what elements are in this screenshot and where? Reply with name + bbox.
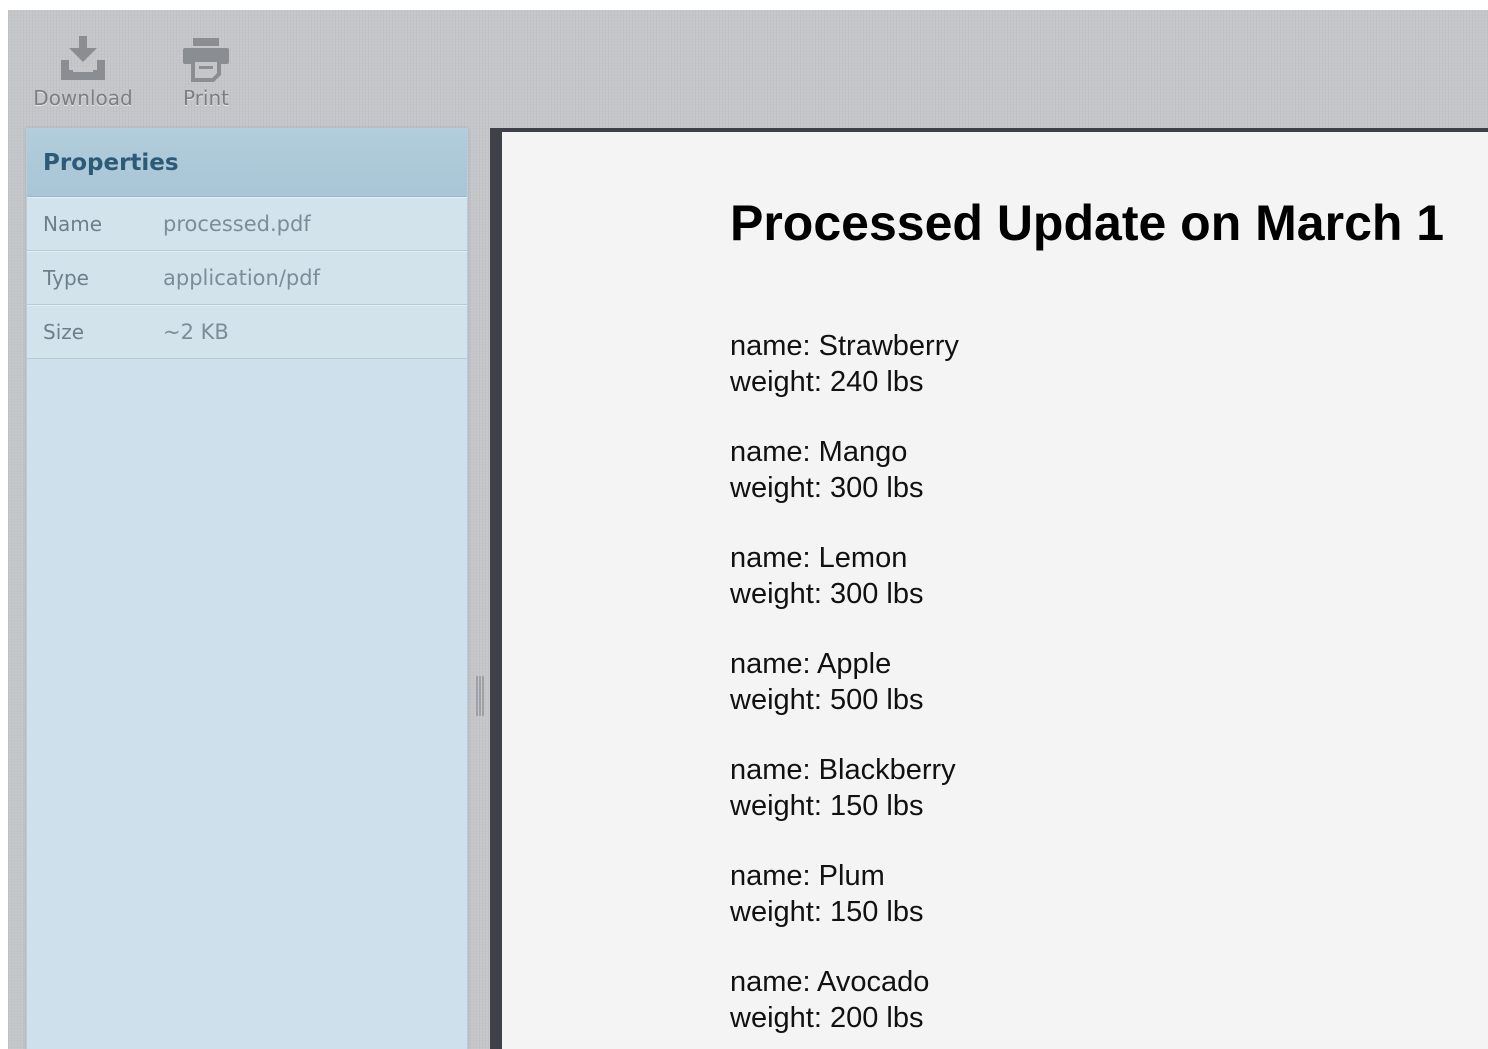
document-title: Processed Update on March 1 [730,195,1445,251]
property-value: application/pdf [163,266,320,290]
print-label: Print [182,86,229,110]
document-page: Processed Update on March 1 name: Strawb… [502,132,1488,1049]
properties-title: Properties [43,149,179,176]
entry-weight: weight: 150 lbs [730,896,924,928]
entry-name: name: Strawberry [730,330,959,362]
download-icon [57,36,109,82]
toolbar: Download Print [8,10,1488,128]
list-item: name: Strawberry weight: 240 lbs [730,328,959,400]
properties-header: Properties [27,129,467,197]
property-row-size: Size ~2 KB [27,305,467,359]
entry-name: name: Apple [730,648,892,680]
document-entries: name: Strawberry weight: 240 lbs name: M… [730,328,959,1049]
list-item: name: Lemon weight: 300 lbs [730,540,959,612]
property-value: processed.pdf [163,212,311,236]
download-button[interactable]: Download [33,36,133,110]
list-item: name: Plum weight: 150 lbs [730,858,959,930]
entry-weight: weight: 500 lbs [730,684,924,716]
print-button[interactable]: Print [166,36,246,110]
list-item: name: Avocado weight: 200 lbs [730,964,959,1036]
document-viewer[interactable]: Processed Update on March 1 name: Strawb… [490,128,1488,1049]
property-row-name: Name processed.pdf [27,197,467,251]
property-row-type: Type application/pdf [27,251,467,305]
entry-name: name: Blackberry [730,754,956,786]
property-value: ~2 KB [163,320,229,344]
entry-name: name: Lemon [730,542,908,574]
entry-weight: weight: 300 lbs [730,472,924,504]
list-item: name: Blackberry weight: 150 lbs [730,752,959,824]
entry-weight: weight: 200 lbs [730,1002,924,1034]
entry-weight: weight: 300 lbs [730,578,924,610]
entry-name: name: Avocado [730,966,930,998]
pdf-viewer-app: Download Print Properties Name processed… [8,10,1488,1049]
property-key: Type [43,266,89,290]
entry-weight: weight: 150 lbs [730,790,924,822]
property-key: Size [43,320,85,344]
download-label: Download [33,86,133,110]
entry-name: name: Plum [730,860,885,892]
splitter-grip-icon[interactable] [476,676,484,716]
entry-weight: weight: 240 lbs [730,366,924,398]
properties-panel: Properties Name processed.pdf Type appli… [26,128,468,1049]
list-item: name: Mango weight: 300 lbs [730,434,959,506]
list-item: name: Apple weight: 500 lbs [730,646,959,718]
printer-icon [181,36,231,82]
panel-splitter[interactable] [470,128,490,1049]
property-key: Name [43,212,103,236]
entry-name: name: Mango [730,436,908,468]
